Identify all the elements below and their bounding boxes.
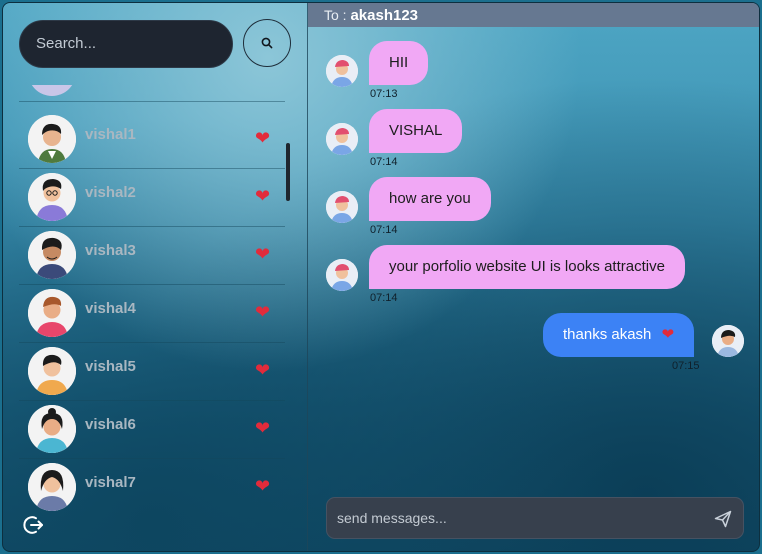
message-time: 07:14: [370, 224, 398, 236]
message-bubble: VISHAL: [369, 109, 463, 153]
contact-avatar: [28, 463, 76, 511]
contact-name: vishal4: [85, 300, 136, 317]
message-bubble: how are you: [369, 177, 491, 221]
contact-name: vishal1: [85, 126, 136, 143]
sidebar: vishal1 ❤ vishal2 ❤ vishal3 ❤: [3, 3, 307, 551]
recipient-name: akash123: [350, 7, 419, 24]
contact-avatar: [28, 115, 76, 163]
contact-list-scrollbar[interactable]: [285, 85, 291, 515]
contact-avatar: [28, 405, 76, 453]
scrollbar-thumb[interactable]: [286, 143, 290, 201]
contact-item[interactable]: vishal2 ❤: [19, 170, 285, 227]
contact-item[interactable]: vishal3 ❤: [19, 228, 285, 285]
sender-avatar: [326, 55, 358, 87]
chat-app-window: vishal1 ❤ vishal2 ❤ vishal3 ❤: [2, 2, 760, 552]
heart-icon[interactable]: ❤: [255, 186, 270, 206]
message-bubble: HII: [369, 41, 429, 85]
message-time: 07:15: [672, 360, 700, 372]
message-time: 07:14: [370, 292, 398, 304]
contact-item[interactable]: vishal1 ❤: [19, 112, 285, 169]
search-row: [19, 19, 291, 69]
logout-icon[interactable]: [23, 514, 45, 536]
contact-name: vishal3: [85, 242, 136, 259]
contact-name: vishal7: [85, 474, 136, 491]
sender-avatar: [326, 191, 358, 223]
sender-avatar: [326, 259, 358, 291]
message-time: 07:14: [370, 156, 398, 168]
chat-panel: To : akash123 HII 07:13 VISHAL 07:14 how…: [308, 3, 759, 551]
heart-icon[interactable]: ❤: [255, 128, 270, 148]
heart-icon[interactable]: ❤: [255, 476, 270, 496]
contact-avatar: [28, 85, 76, 96]
heart-icon[interactable]: ❤: [255, 244, 270, 264]
search-input[interactable]: [36, 35, 216, 52]
contact-item[interactable]: vishal5 ❤: [19, 344, 285, 401]
contact-item[interactable]: vishal4 ❤: [19, 286, 285, 343]
search-icon: [261, 37, 273, 49]
to-label: To :: [324, 7, 347, 23]
heart-icon[interactable]: ❤: [255, 418, 270, 438]
message-bubble-outgoing: thanks akash ❤: [543, 313, 695, 357]
contact-avatar: [28, 173, 76, 221]
contact-avatar: [28, 289, 76, 337]
contact-item-partial[interactable]: [19, 85, 285, 102]
message-text: thanks akash: [563, 326, 652, 343]
message-input[interactable]: [337, 510, 697, 526]
search-button[interactable]: [243, 19, 291, 67]
contact-item[interactable]: vishal6 ❤: [19, 402, 285, 459]
message-time: 07:13: [370, 88, 398, 100]
contact-name: vishal6: [85, 416, 136, 433]
message-composer[interactable]: [326, 497, 744, 539]
contact-list: vishal1 ❤ vishal2 ❤ vishal3 ❤ vishal4 ❤ …: [19, 85, 285, 515]
contact-item[interactable]: vishal7 ❤: [19, 460, 285, 515]
heart-icon[interactable]: ❤: [255, 302, 270, 322]
sender-avatar: [326, 123, 358, 155]
contact-avatar: [28, 231, 76, 279]
message-bubble: your porfolio website UI is looks attrac…: [369, 245, 685, 289]
own-avatar: [712, 325, 744, 357]
contact-avatar: [28, 347, 76, 395]
send-icon[interactable]: [713, 509, 733, 529]
search-box[interactable]: [19, 20, 233, 68]
heart-emoji-icon: ❤: [661, 326, 675, 343]
contact-name: vishal5: [85, 358, 136, 375]
chat-header: To : akash123: [308, 3, 759, 27]
heart-icon[interactable]: ❤: [255, 360, 270, 380]
contact-name: vishal2: [85, 184, 136, 201]
